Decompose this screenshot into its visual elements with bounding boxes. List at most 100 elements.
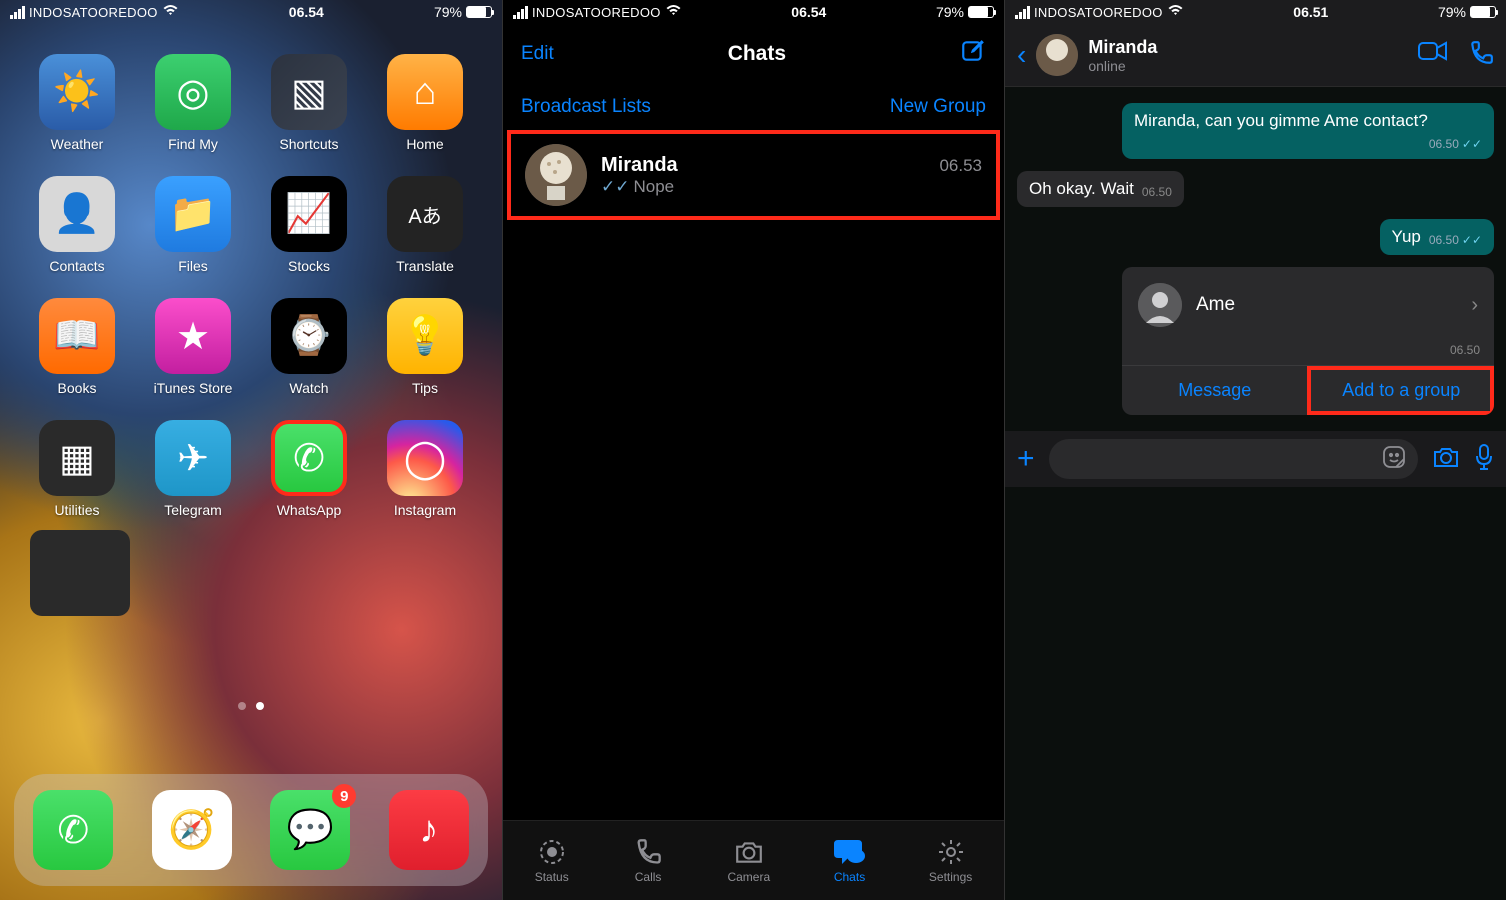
app-utilities[interactable]: ▦ Utilities (30, 420, 124, 518)
calls-icon (632, 838, 664, 866)
message-out[interactable]: Yup 06.50✓✓ (1380, 219, 1494, 255)
clock: 06.54 (289, 4, 324, 20)
app-tips[interactable]: 💡Tips (378, 298, 472, 396)
message-time: 06.50 (1429, 233, 1459, 247)
app-icon: 📁 (155, 176, 231, 252)
app-icon: ◎ (155, 54, 231, 130)
page-indicator[interactable] (0, 702, 502, 710)
dock-music[interactable]: ♪ (389, 790, 469, 870)
app-watch[interactable]: ⌚Watch (262, 298, 356, 396)
app-icon: ◯ (387, 420, 463, 496)
back-button[interactable]: ‹ (1017, 39, 1026, 71)
contact-card-header[interactable]: Ame › (1122, 267, 1494, 343)
app-label: Utilities (54, 502, 99, 518)
app-find-my[interactable]: ◎Find My (146, 54, 240, 152)
camera-icon (733, 838, 765, 866)
edit-button[interactable]: Edit (521, 43, 554, 65)
app-label: Weather (51, 136, 104, 152)
tab-label: Settings (929, 870, 972, 884)
attach-icon[interactable]: + (1017, 442, 1035, 476)
dock-messages[interactable]: 💬9 (270, 790, 350, 870)
tab-calls[interactable]: Calls (632, 838, 664, 884)
app-contacts[interactable]: 👤Contacts (30, 176, 124, 274)
battery-icon (466, 6, 492, 18)
whatsapp-conversation-screen: INDOSATOOREDOO 06.51 79% ‹ Miranda onlin… (1004, 0, 1506, 900)
app-instagram[interactable]: ◯ Instagram (378, 420, 472, 518)
app-label: Shortcuts (279, 136, 338, 152)
new-group-link[interactable]: New Group (890, 96, 986, 118)
app-translate[interactable]: AあTranslate (378, 176, 472, 274)
app-label: iTunes Store (154, 380, 233, 396)
contact-card: Ame › 06.50 Message Add to a group (1122, 267, 1494, 415)
app-label: Stocks (288, 258, 330, 274)
home-screen: INDOSATOOREDOO 06.54 79% ☀️ Weather ◎Find … (0, 0, 502, 900)
add-to-group-button[interactable]: Add to a group (1307, 366, 1494, 415)
tab-label: Calls (635, 870, 662, 884)
app-stocks[interactable]: 📈 Stocks (262, 176, 356, 274)
app-whatsapp[interactable]: ✆WhatsApp (262, 420, 356, 518)
chevron-right-icon: › (1471, 294, 1478, 317)
status-icon (536, 838, 568, 866)
bottom-tabs: Status Calls Camera Chats Settings (503, 820, 1004, 900)
app-icon: ✆ (271, 420, 347, 496)
battery-percent: 79% (936, 4, 964, 20)
redacted-widget (30, 530, 130, 616)
carrier-label: INDOSATOOREDOO (29, 5, 158, 20)
status-bar: INDOSATOOREDOO 06.51 79% (1005, 0, 1506, 24)
avatar[interactable] (1036, 34, 1078, 76)
tab-status[interactable]: Status (535, 838, 569, 884)
carrier-label: INDOSATOOREDOO (532, 5, 661, 20)
tab-label: Chats (834, 870, 865, 884)
mic-icon[interactable] (1474, 443, 1494, 476)
app-grid: ☀️ Weather ◎Find My ▧ Shortcuts ⌂Home 👤Contact… (0, 24, 502, 518)
signal-icon (1015, 6, 1030, 19)
app-icon: ▧ (271, 54, 347, 130)
dock: ✆ 🧭 💬9 ♪ (14, 774, 488, 886)
chat-row-miranda[interactable]: Miranda 06.53 ✓✓ Nope (507, 130, 1000, 220)
wifi-icon (162, 4, 179, 20)
message-out[interactable]: Miranda, can you gimme Ame contact? 06.5… (1122, 103, 1494, 159)
app-icon: ▦ (39, 420, 115, 496)
camera-icon[interactable] (1432, 445, 1460, 474)
app-home[interactable]: ⌂Home (378, 54, 472, 152)
app-shortcuts[interactable]: ▧ Shortcuts (262, 54, 356, 152)
battery-icon (968, 6, 994, 18)
chat-name: Miranda (601, 154, 678, 177)
compose-icon[interactable] (960, 38, 986, 70)
contact-title[interactable]: Miranda online (1088, 37, 1408, 74)
contact-name: Miranda (1088, 37, 1408, 58)
message-button[interactable]: Message (1122, 366, 1308, 415)
app-icon: ☀️ (39, 54, 115, 130)
app-icon: ⌂ (387, 54, 463, 130)
conversation-header: ‹ Miranda online (1005, 24, 1506, 87)
app-itunes-store[interactable]: ★iTunes Store (146, 298, 240, 396)
app-label: Telegram (164, 502, 222, 518)
read-ticks-icon: ✓✓ (1462, 233, 1482, 247)
contact-card-name: Ame (1196, 294, 1457, 316)
tab-chats[interactable]: Chats (834, 838, 866, 884)
app-icon: ✈ (155, 420, 231, 496)
message-input[interactable] (1049, 439, 1418, 479)
app-telegram[interactable]: ✈ Telegram (146, 420, 240, 518)
chat-time: 06.53 (939, 156, 982, 176)
tab-settings[interactable]: Settings (929, 838, 972, 884)
status-bar: INDOSATOOREDOO 06.54 79% (0, 0, 502, 24)
sticker-icon[interactable] (1382, 445, 1406, 474)
chats-subheader: Broadcast Lists New Group (503, 84, 1004, 130)
broadcast-lists-link[interactable]: Broadcast Lists (521, 96, 651, 118)
tab-camera[interactable]: Camera (727, 838, 770, 884)
message-in[interactable]: Oh okay. Wait 06.50 (1017, 171, 1184, 207)
signal-icon (513, 6, 528, 19)
app-books[interactable]: 📖Books (30, 298, 124, 396)
app-files[interactable]: 📁Files (146, 176, 240, 274)
screen-title: Chats (728, 42, 786, 66)
app-weather[interactable]: ☀️ Weather (30, 54, 124, 152)
contact-status: online (1088, 58, 1408, 74)
message-text: Oh okay. Wait (1029, 179, 1134, 198)
app-icon: 📈 (271, 176, 347, 252)
app-label: Instagram (394, 502, 456, 518)
video-call-icon[interactable] (1418, 40, 1448, 71)
voice-call-icon[interactable] (1468, 40, 1494, 71)
dock-phone[interactable]: ✆ (33, 790, 113, 870)
dock-safari[interactable]: 🧭 (152, 790, 232, 870)
